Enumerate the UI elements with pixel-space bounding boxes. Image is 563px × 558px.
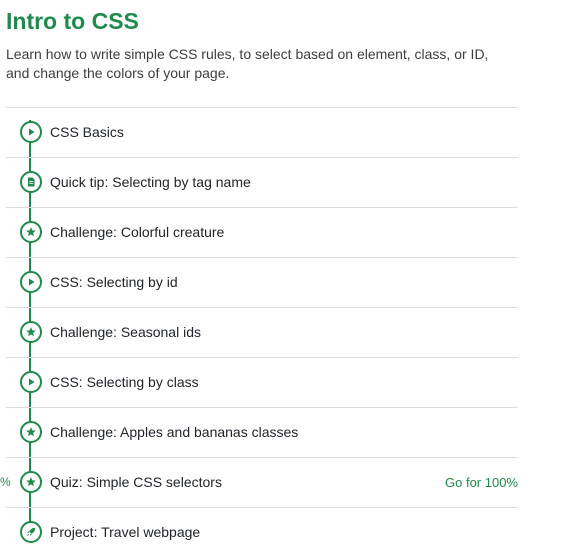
list-item-challenge-seasonal-ids[interactable]: Challenge: Seasonal ids (6, 308, 518, 358)
page-title: Intro to CSS (6, 8, 139, 34)
page-description: Learn how to write simple CSS rules, to … (6, 46, 489, 81)
document-icon (20, 171, 42, 193)
list-item-quick-tip-tag-name[interactable]: Quick tip: Selecting by tag name (6, 158, 518, 208)
star-icon (20, 471, 42, 493)
play-icon (20, 371, 42, 393)
list-item-label: CSS: Selecting by id (50, 274, 178, 290)
star-icon (20, 421, 42, 443)
list-item-selecting-by-id[interactable]: CSS: Selecting by id (6, 258, 518, 308)
list-item-css-basics[interactable]: CSS Basics (6, 108, 518, 158)
star-icon (20, 221, 42, 243)
list-item-label: Challenge: Seasonal ids (50, 324, 201, 340)
quiz-goal-text: Go for 100% (445, 475, 518, 490)
list-item-selecting-by-class[interactable]: CSS: Selecting by class (6, 358, 518, 408)
list-item-challenge-apples-bananas[interactable]: Challenge: Apples and bananas classes (6, 408, 518, 458)
list-item-label: Quick tip: Selecting by tag name (50, 174, 251, 190)
list-item-label: Challenge: Apples and bananas classes (50, 424, 299, 440)
list-item-challenge-colorful-creature[interactable]: Challenge: Colorful creature (6, 208, 518, 258)
lesson-list: CSS Basics Quick tip: Selecting by tag n… (0, 107, 518, 548)
list-item-label: Project: Travel webpage (50, 524, 201, 540)
list-item-label: Challenge: Colorful creature (50, 224, 225, 240)
list-item-label: CSS: Selecting by class (50, 374, 199, 390)
list-item-project-travel-webpage[interactable]: Project: Travel webpage (6, 508, 518, 557)
percent-fragment: % (0, 475, 11, 489)
rocket-icon (20, 521, 42, 543)
play-icon (20, 121, 42, 143)
list-item-label: Quiz: Simple CSS selectors (50, 474, 222, 490)
star-icon (20, 321, 42, 343)
list-item-label: CSS Basics (50, 124, 124, 140)
play-icon (20, 271, 42, 293)
list-item-quiz-simple-selectors[interactable]: % Quiz: Simple CSS selectors Go for 100% (0, 458, 518, 508)
